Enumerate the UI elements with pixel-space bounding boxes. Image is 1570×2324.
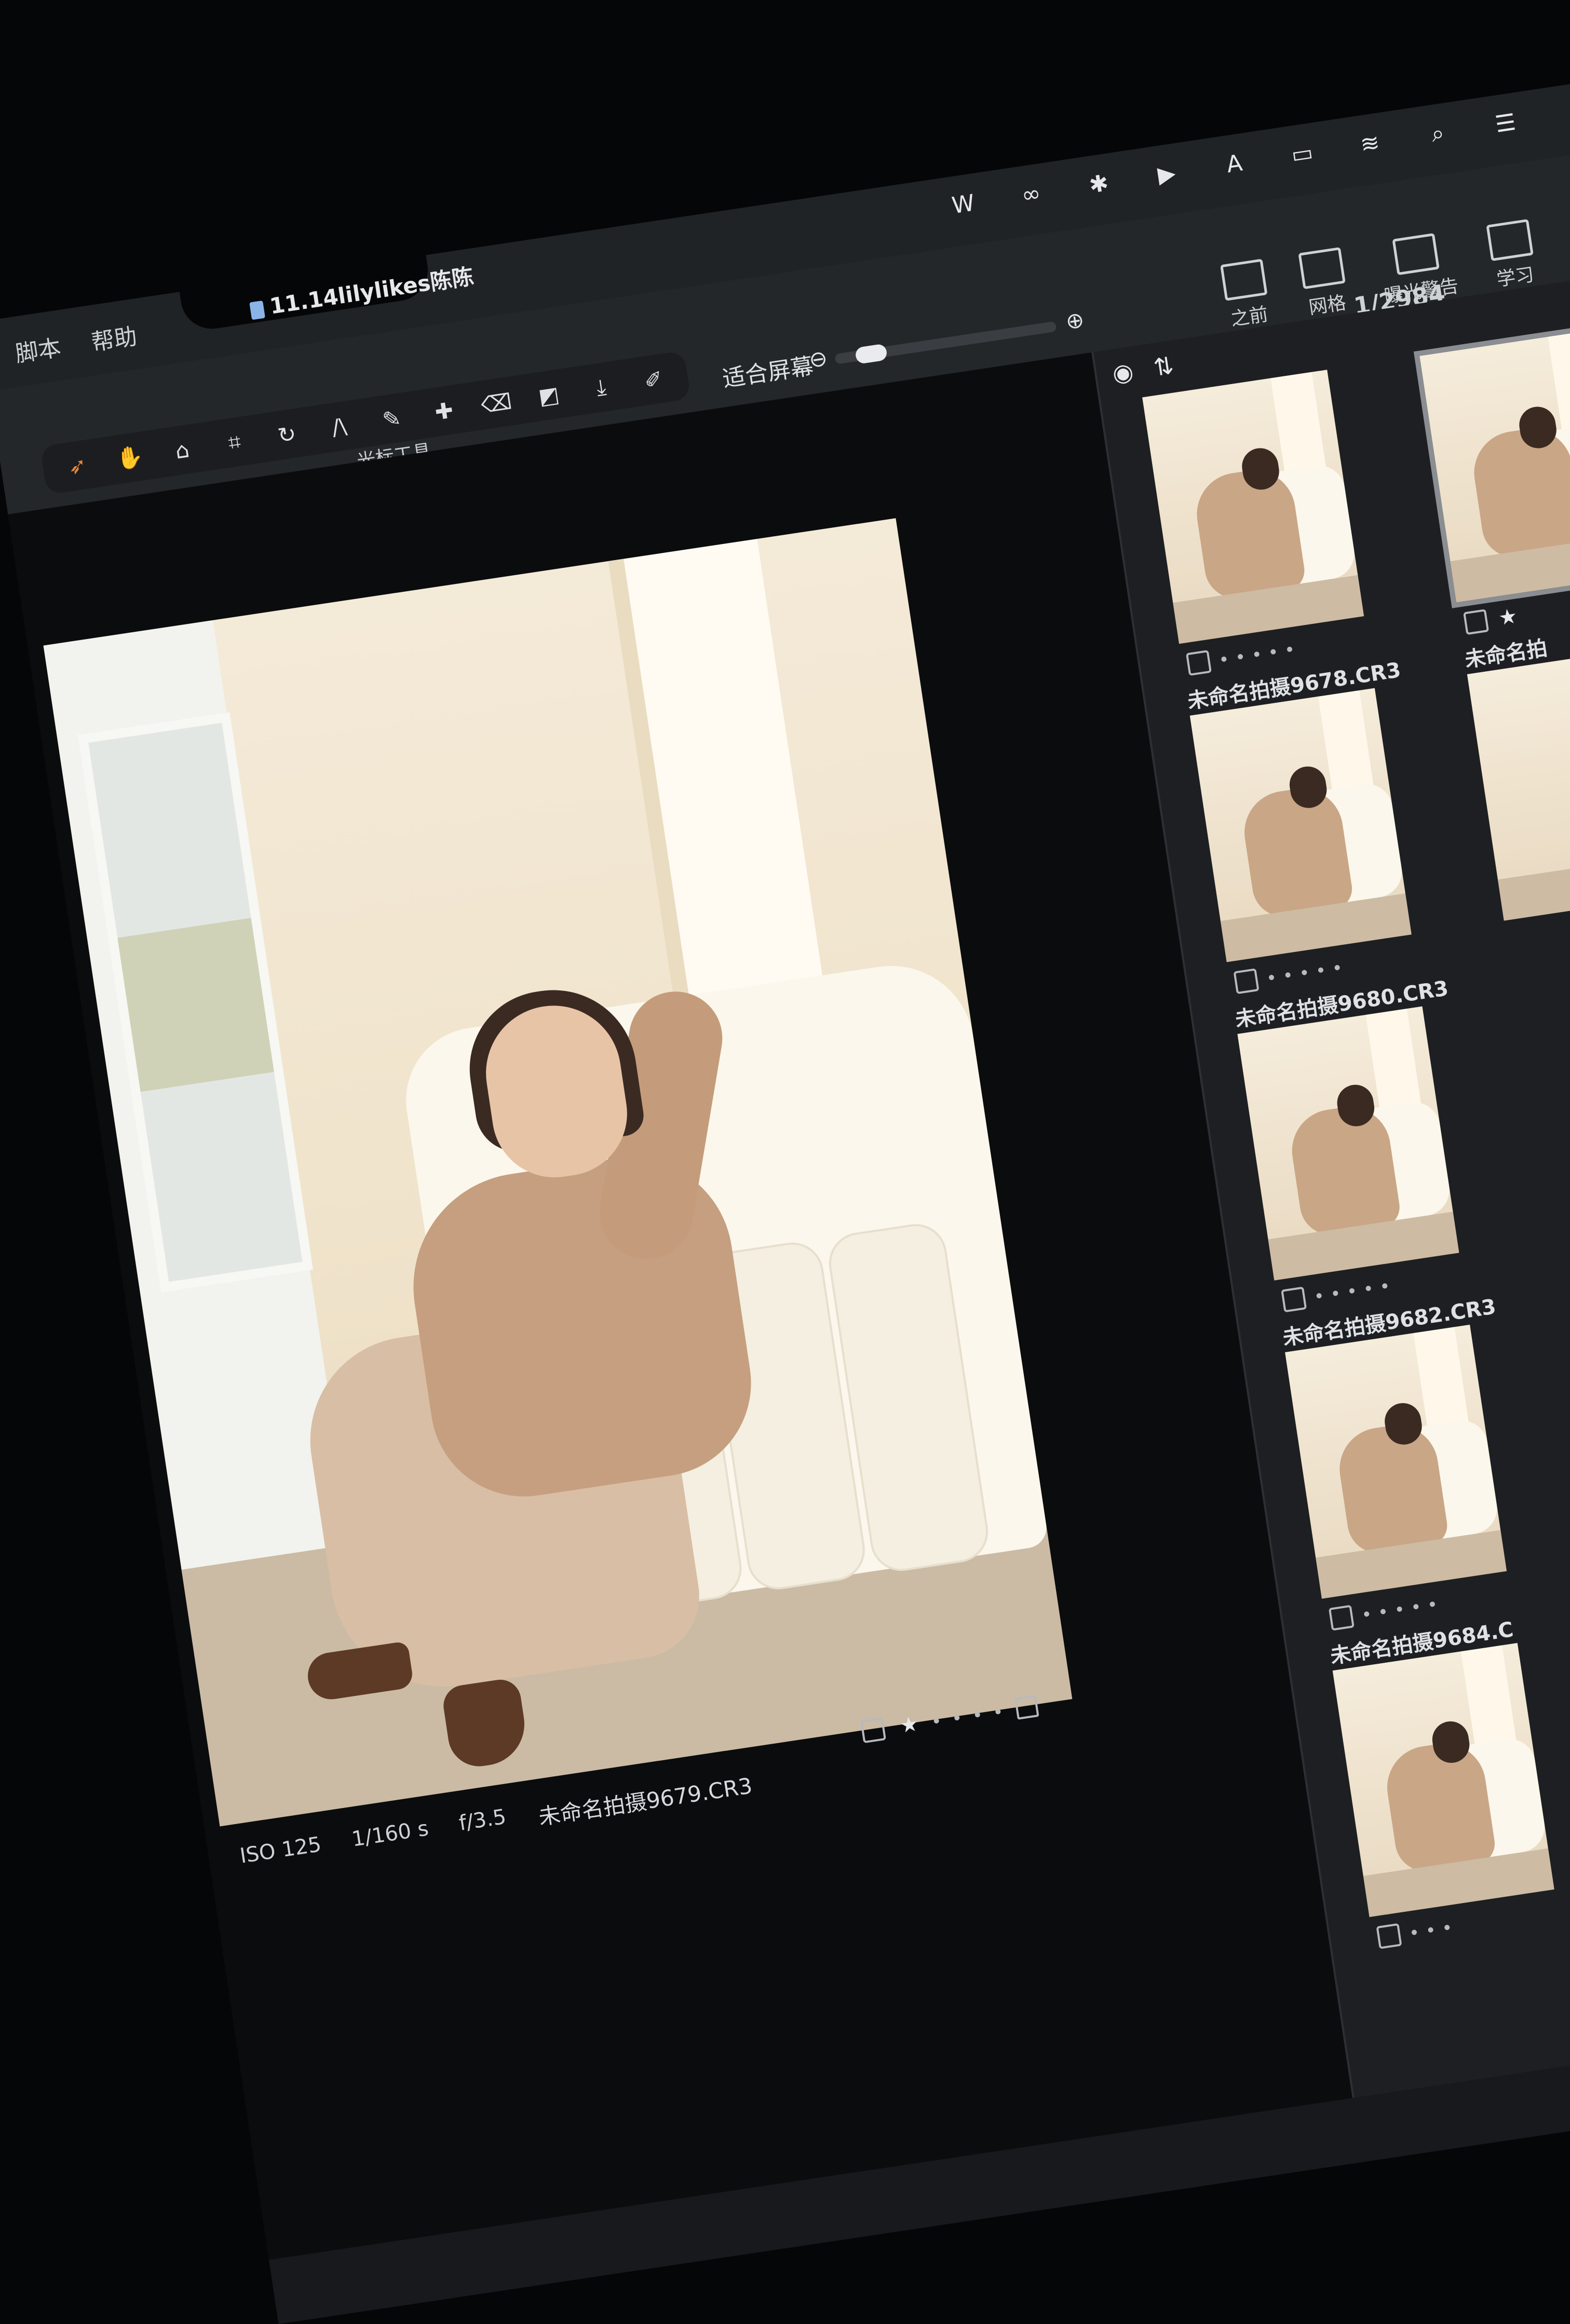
thumb-floor — [1497, 852, 1570, 921]
browser-header: ◉ ⇅ — [1111, 351, 1175, 388]
app-window: 脚本 帮助 11.14lilylikes陈陈 W ∞ ✱ ▶ A ▭ ≋ ⌕ ☰… — [0, 84, 1570, 2324]
rating-dot[interactable] — [1332, 1290, 1338, 1297]
exposure-warning-icon — [1392, 233, 1440, 276]
grid-button[interactable]: 网格 — [1298, 247, 1350, 320]
rating-dot[interactable] — [1253, 651, 1260, 658]
play-icon[interactable]: ▶ — [1151, 158, 1182, 189]
thumbnail[interactable] — [1142, 370, 1364, 644]
thumbnail[interactable] — [1237, 1006, 1459, 1281]
rating-dot[interactable] — [1429, 1601, 1436, 1608]
rating-dot[interactable] — [995, 1708, 1001, 1715]
rating-dot[interactable] — [1268, 974, 1275, 981]
iso-value: ISO 125 — [238, 1832, 323, 1868]
thumbnail[interactable] — [1189, 688, 1412, 962]
rating-dot[interactable] — [1396, 1606, 1403, 1612]
rating-dot[interactable] — [1316, 1293, 1322, 1299]
thumbnail[interactable] — [1467, 651, 1570, 921]
thumbnail[interactable] — [1332, 1643, 1554, 1917]
sort-icon[interactable]: ⇅ — [1152, 351, 1175, 382]
thumbnail-checkbox[interactable] — [1463, 609, 1490, 635]
thumb-person — [1468, 423, 1570, 561]
thumbnail[interactable] — [1285, 1324, 1507, 1599]
metadata-icon[interactable] — [1014, 1695, 1039, 1720]
search-icon[interactable]: ⌕ — [1423, 118, 1453, 148]
wifi-icon[interactable]: ≋ — [1355, 128, 1385, 159]
thumbnail-checkbox[interactable] — [1328, 1605, 1355, 1631]
aperture-value: f/3.5 — [457, 1804, 508, 1836]
creative-cloud-icon[interactable]: ∞ — [1016, 179, 1046, 209]
rating-dot[interactable] — [1363, 1611, 1370, 1618]
document-icon — [249, 300, 265, 320]
rotate-tool-icon[interactable]: ↻ — [266, 416, 307, 453]
rating-dot[interactable] — [1444, 1924, 1450, 1931]
menu-script[interactable]: 脚本 — [13, 329, 63, 368]
rating-dot[interactable] — [1270, 648, 1277, 655]
zoom-slider-knob[interactable] — [854, 343, 888, 365]
bluetooth-icon[interactable]: ✱ — [1084, 169, 1114, 199]
rating-dot[interactable] — [1413, 1603, 1419, 1610]
gradient-tool-icon[interactable]: ◩ — [528, 376, 570, 414]
grid-icon — [1298, 247, 1346, 290]
rating-dot[interactable] — [1382, 1283, 1388, 1289]
main-photo[interactable] — [43, 518, 1073, 1827]
crop-tool-icon[interactable]: ⌗ — [213, 424, 255, 461]
thumbnail-selected[interactable] — [1413, 327, 1570, 608]
shutter-value: 1/160 s — [350, 1816, 430, 1852]
thumbnail-checkbox[interactable] — [1376, 1923, 1402, 1949]
loupe-tool-icon[interactable]: ⌂ — [161, 431, 203, 469]
wps-icon[interactable]: W — [948, 189, 979, 220]
thumbnail-checkbox[interactable] — [1281, 1286, 1307, 1313]
learn-icon — [1486, 219, 1534, 262]
before-after-icon — [1220, 259, 1268, 301]
rating-dot[interactable] — [933, 1718, 940, 1724]
rating-dot[interactable] — [1221, 656, 1227, 662]
pen-tool-icon[interactable]: ✐ — [633, 361, 674, 398]
hand-tool-icon[interactable]: ✋ — [109, 439, 151, 477]
rating-dot[interactable] — [1237, 654, 1243, 660]
rating-dot[interactable] — [1411, 1929, 1417, 1936]
learn-button[interactable]: 学习 — [1486, 219, 1538, 292]
thumbnail-rating — [1376, 1916, 1451, 1949]
rating-dot[interactable] — [1301, 969, 1307, 976]
thumbnail-rating — [1281, 1274, 1389, 1313]
battery-icon[interactable]: ▭ — [1287, 138, 1318, 169]
rating-dot[interactable] — [1380, 1608, 1386, 1615]
thumbnail-checkbox[interactable] — [1185, 650, 1212, 676]
rating-dot[interactable] — [1427, 1927, 1434, 1933]
rating-dot[interactable] — [974, 1711, 981, 1718]
select-checkbox[interactable] — [860, 1717, 886, 1744]
input-method-icon[interactable]: A — [1219, 148, 1250, 179]
rating-dot[interactable] — [954, 1715, 960, 1721]
rating-dot[interactable] — [1334, 964, 1341, 971]
eraser-tool-icon[interactable]: ⌫ — [476, 385, 517, 422]
zoom-in-icon[interactable]: ⊕ — [1064, 307, 1086, 335]
picker-tool-icon[interactable]: ⤓ — [580, 369, 622, 406]
keystone-tool-icon[interactable]: /\ — [318, 408, 360, 445]
photo-file-name: 未命名拍摄9679.CR3 — [537, 1773, 754, 1830]
heal-tool-icon[interactable]: ✚ — [423, 392, 465, 430]
thumbnail-rating: ★ — [1463, 604, 1519, 636]
control-center-icon[interactable]: ☰ — [1490, 108, 1521, 139]
star-icon[interactable]: ★ — [1497, 604, 1519, 631]
photo-trees — [117, 918, 274, 1092]
eye-icon[interactable]: ◉ — [1111, 357, 1135, 388]
select-tool-icon[interactable]: ➶ — [57, 447, 98, 484]
menu-help[interactable]: 帮助 — [89, 317, 139, 357]
rating-dot[interactable] — [1318, 967, 1324, 973]
before-after-button[interactable]: 之前 — [1220, 259, 1272, 332]
rating-dot[interactable] — [1349, 1288, 1355, 1294]
star-icon[interactable]: ★ — [898, 1712, 920, 1738]
thumbnail-checkbox[interactable] — [1233, 968, 1260, 995]
thumbnail-rating — [1328, 1593, 1437, 1631]
fit-screen-button[interactable]: 适合屏幕 — [720, 347, 816, 393]
zoom-slider[interactable] — [834, 321, 1057, 365]
brush-tool-icon[interactable]: ✎ — [371, 400, 412, 438]
rating-dot[interactable] — [1284, 972, 1291, 978]
thumbnail-rating — [1185, 637, 1294, 676]
rating-dot[interactable] — [1365, 1285, 1372, 1292]
zoom-out-icon[interactable]: ⊖ — [807, 345, 829, 373]
rating-dot[interactable] — [1287, 646, 1293, 653]
thumbnail-rating — [1233, 956, 1342, 995]
